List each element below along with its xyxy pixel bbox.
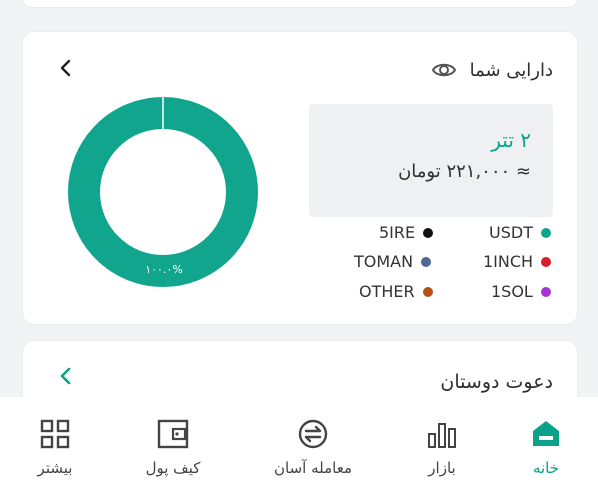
chevron-left-icon[interactable] xyxy=(55,57,77,79)
legend-label: TOMAN xyxy=(354,252,414,271)
legend-item-toman: TOMAN xyxy=(354,252,432,271)
donut-slice-usdt xyxy=(68,97,258,287)
nav-label: خانه xyxy=(532,459,560,477)
assets-card: دارایی شما ۲ تتر ≈ ۲۲۱,۰۰۰ تومان USDT 5I… xyxy=(22,31,578,325)
legend-dot xyxy=(423,227,434,238)
invite-title: دعوت دوستان xyxy=(440,371,553,393)
nav-wallet[interactable]: کیف پول xyxy=(118,417,228,477)
grid-icon xyxy=(40,419,70,449)
legend-item-1sol: 1SOL xyxy=(491,282,551,301)
bar-chart-icon xyxy=(428,423,456,448)
bottom-navigation: خانه بازار معامله آسان کیف پول بیشتر xyxy=(0,397,598,493)
assets-title: دارایی شما xyxy=(469,60,553,81)
nav-easy-trade[interactable]: معامله آسان xyxy=(258,417,368,477)
donut-data-label: ۱۰۰.۰% xyxy=(145,263,183,276)
chevron-left-icon[interactable] xyxy=(55,365,77,387)
wallet-icon xyxy=(157,419,189,449)
nav-label: کیف پول xyxy=(145,459,201,477)
assets-donut-chart: ۱۰۰.۰% xyxy=(68,97,258,287)
nav-market[interactable]: بازار xyxy=(387,417,497,477)
legend-item-usdt: USDT xyxy=(489,223,551,242)
balance-box: ۲ تتر ≈ ۲۲۱,۰۰۰ تومان xyxy=(309,104,553,217)
legend-item-other: OTHER xyxy=(359,282,433,301)
nav-label: معامله آسان xyxy=(274,459,352,477)
nav-label: بازار xyxy=(428,459,456,477)
legend-dot xyxy=(540,286,551,297)
legend-label: 1SOL xyxy=(491,282,533,301)
legend-dot xyxy=(421,256,432,267)
legend-item-5ire: 5IRE xyxy=(379,223,434,242)
legend-dot xyxy=(540,227,551,238)
eye-icon[interactable] xyxy=(431,57,457,83)
legend-label: USDT xyxy=(489,223,533,242)
legend-label: 5IRE xyxy=(379,223,416,242)
legend-dot xyxy=(422,286,433,297)
home-icon xyxy=(533,421,559,446)
legend-label: OTHER xyxy=(359,282,415,301)
legend-label: 1INCH xyxy=(483,252,534,271)
legend-dot xyxy=(541,256,552,267)
previous-card xyxy=(22,0,578,8)
balance-toman: ≈ ۲۲۱,۰۰۰ تومان xyxy=(398,161,531,182)
nav-home[interactable]: خانه xyxy=(491,417,598,477)
balance-usdt: ۲ تتر xyxy=(491,128,531,152)
exchange-icon xyxy=(298,419,328,449)
nav-more[interactable]: بیشتر xyxy=(0,417,110,477)
nav-label: بیشتر xyxy=(37,459,73,477)
legend-item-1inch: 1INCH xyxy=(483,252,552,271)
